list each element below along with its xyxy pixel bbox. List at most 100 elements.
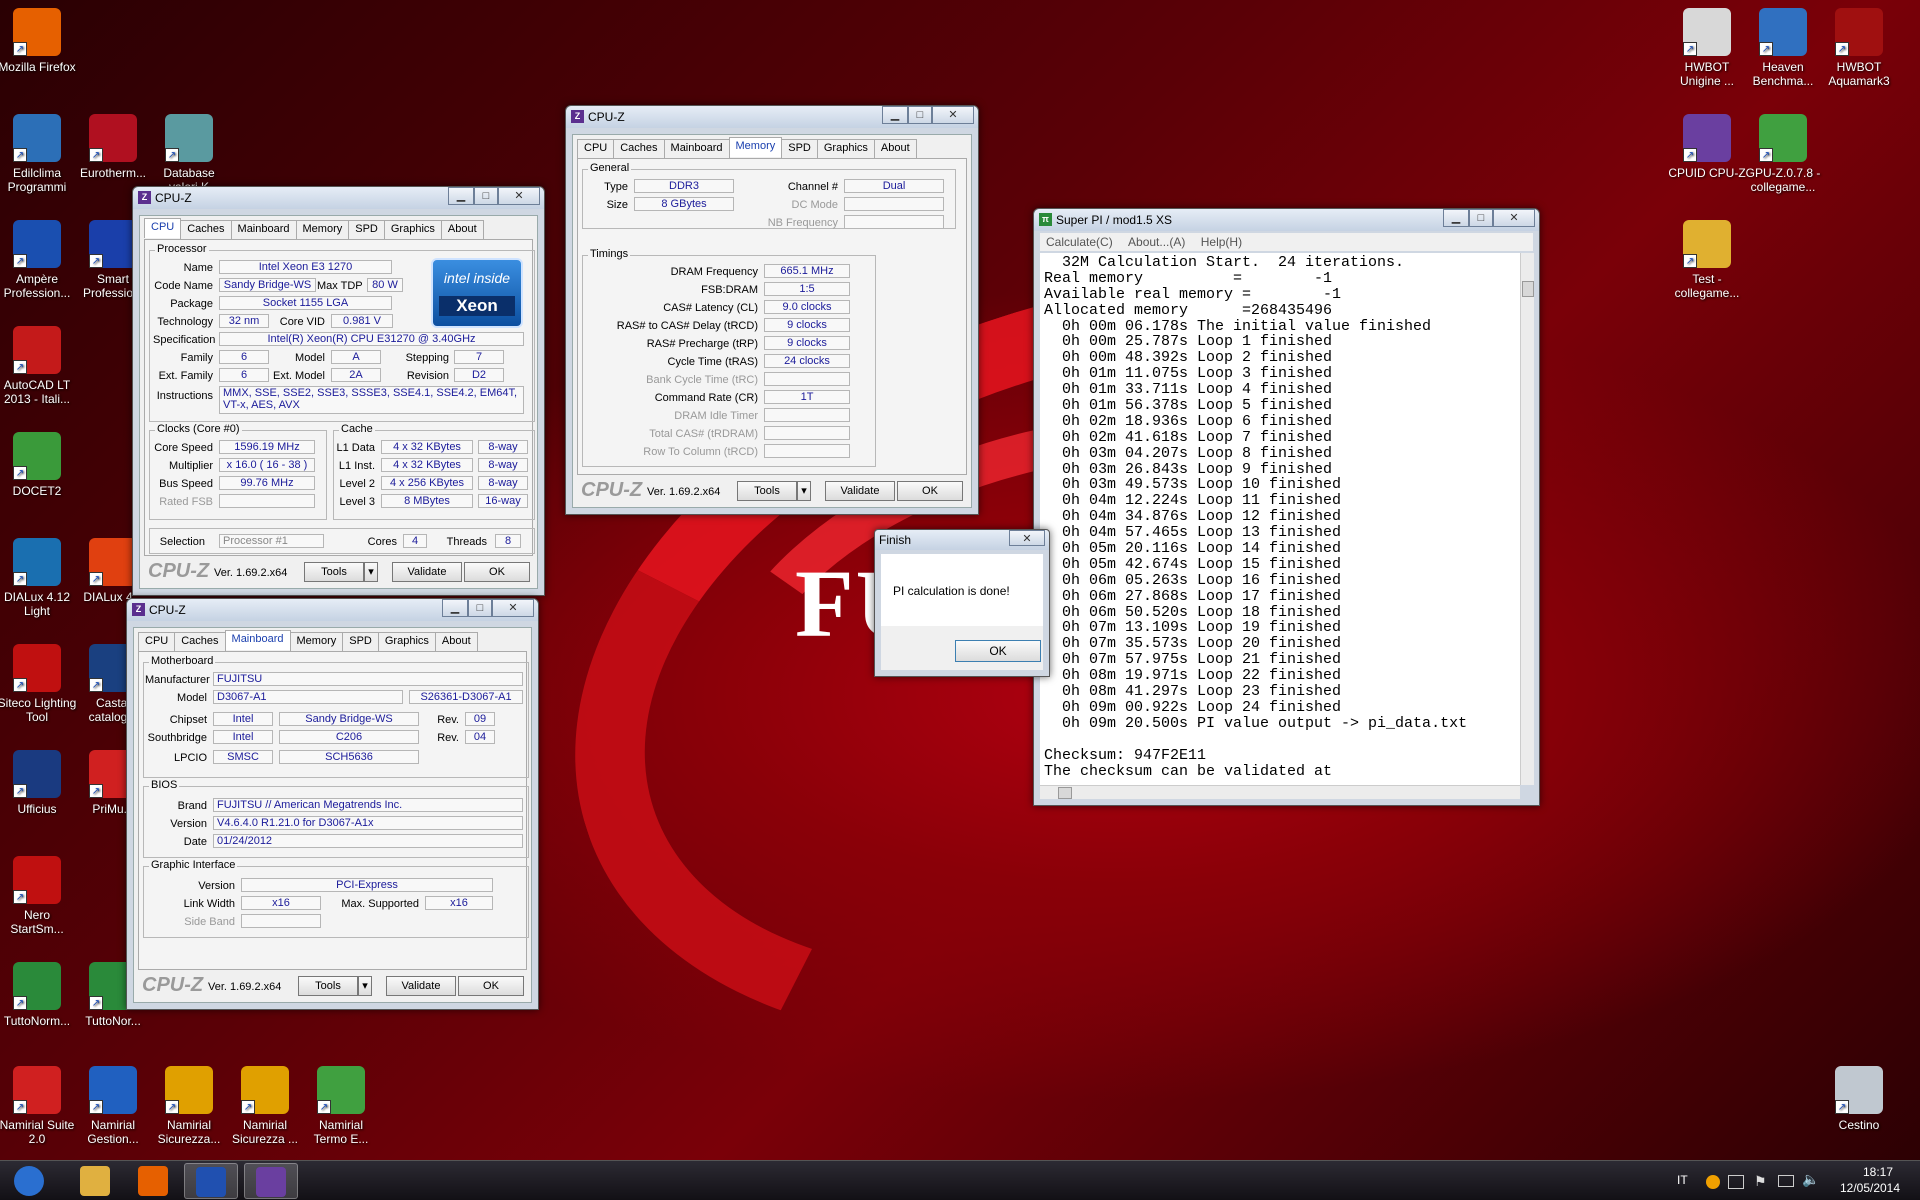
- minimize-button[interactable]: ▁: [448, 187, 474, 205]
- maximize-button[interactable]: □: [474, 187, 498, 205]
- tab-spd[interactable]: SPD: [781, 139, 818, 159]
- tools-dropdown-icon[interactable]: ▾: [364, 562, 378, 582]
- title-bar[interactable]: π Super PI / mod1.5 XS ▁ □ ✕: [1034, 209, 1539, 231]
- validate-button[interactable]: Validate: [392, 562, 462, 582]
- desktop-icon[interactable]: ↗ CPUID CPU-Z: [1667, 114, 1747, 180]
- desktop-icon[interactable]: ↗ Mozilla Firefox: [0, 8, 77, 74]
- tab-caches[interactable]: Caches: [174, 632, 226, 652]
- desktop-icon[interactable]: ↗ Nero StartSm...: [0, 856, 77, 936]
- language-indicator[interactable]: IT: [1677, 1173, 1688, 1187]
- desktop-icon[interactable]: ↗ TuttoNorm...: [0, 962, 77, 1028]
- desktop-icon[interactable]: ↗Database valori K: [149, 114, 229, 194]
- tools-dropdown-icon[interactable]: ▾: [358, 976, 372, 996]
- close-button[interactable]: ✕: [492, 599, 534, 617]
- tab-caches[interactable]: Caches: [613, 139, 665, 159]
- close-button[interactable]: ✕: [1009, 530, 1045, 546]
- desktop-icon[interactable]: ↗ DIALux 4.12 Light: [0, 538, 77, 618]
- firefox-icon[interactable]: [126, 1163, 180, 1199]
- desktop-icon[interactable]: ↗ Siteco Lighting Tool: [0, 644, 77, 724]
- desktop-icon[interactable]: ↗ DOCET2: [0, 432, 77, 498]
- validate-button[interactable]: Validate: [386, 976, 456, 996]
- explorer-icon[interactable]: [68, 1163, 122, 1199]
- menu-about[interactable]: About...(A): [1128, 235, 1185, 249]
- cpuz-mainboard-window[interactable]: Z CPU-Z ▁ □ ✕ CPU Caches Mainboard Memor…: [126, 598, 539, 1010]
- output-text-area[interactable]: 32M Calculation Start. 24 iterations. Rea…: [1040, 253, 1520, 785]
- scroll-thumb[interactable]: [1522, 281, 1534, 297]
- ok-button[interactable]: OK: [897, 481, 963, 501]
- tab-graphics[interactable]: Graphics: [383, 220, 442, 240]
- vertical-scrollbar[interactable]: [1520, 253, 1534, 785]
- desktop-icon[interactable]: ↗ Namirial Termo E...: [301, 1066, 381, 1146]
- hscroll-thumb[interactable]: [1058, 787, 1072, 799]
- desktop-icon[interactable]: ↗ AutoCAD LT 2013 - Itali...: [0, 326, 77, 406]
- desktop-icon[interactable]: ↗ Edilclima Programmi: [0, 114, 77, 194]
- desktop-icon[interactable]: ↗ GPU-Z.0.7.8 - collegame...: [1743, 114, 1823, 194]
- tray-monitor-icon[interactable]: [1778, 1175, 1794, 1187]
- menu-calculate[interactable]: Calculate(C): [1046, 235, 1113, 249]
- tab-cpu[interactable]: CPU: [577, 139, 615, 159]
- desktop-icon[interactable]: ↗ Ufficius: [0, 750, 77, 816]
- tools-button[interactable]: Tools: [298, 976, 358, 996]
- close-button[interactable]: ✕: [932, 106, 974, 124]
- desktop-icon[interactable]: ↗ Namirial Gestion...: [73, 1066, 153, 1146]
- tab-spd[interactable]: SPD: [342, 632, 379, 652]
- tab-mainboard[interactable]: Mainboard: [663, 139, 730, 159]
- title-bar[interactable]: Finish ✕: [875, 530, 1049, 550]
- tab-about[interactable]: About: [434, 632, 478, 652]
- maximize-button[interactable]: □: [908, 106, 932, 124]
- maximize-button[interactable]: □: [468, 599, 492, 617]
- processor-select[interactable]: Processor #1: [219, 534, 324, 548]
- tab-memory[interactable]: Memory: [728, 137, 783, 157]
- horizontal-scrollbar[interactable]: [1040, 785, 1520, 799]
- tools-button[interactable]: Tools: [737, 481, 797, 501]
- validate-button[interactable]: Validate: [825, 481, 895, 501]
- minimize-button[interactable]: ▁: [882, 106, 908, 124]
- tab-cpu[interactable]: CPU: [138, 632, 176, 652]
- ok-button[interactable]: OK: [955, 640, 1041, 662]
- desktop-icon[interactable]: ↗ Namirial Sicurezza...: [149, 1066, 229, 1146]
- desktop-icon[interactable]: ↗ Eurotherm...: [73, 114, 153, 180]
- tab-spd[interactable]: SPD: [348, 220, 385, 240]
- tab-mainboard[interactable]: Mainboard: [224, 630, 291, 650]
- ok-button[interactable]: OK: [458, 976, 524, 996]
- tab-memory[interactable]: Memory: [289, 632, 344, 652]
- close-button[interactable]: ✕: [498, 187, 540, 205]
- clock-date[interactable]: 12/05/2014: [1830, 1181, 1910, 1195]
- minimize-button[interactable]: ▁: [442, 599, 468, 617]
- tray-volume-icon[interactable]: 🔈: [1802, 1171, 1819, 1188]
- tools-button[interactable]: Tools: [304, 562, 364, 582]
- superpi-icon[interactable]: [184, 1163, 238, 1199]
- maximize-button[interactable]: □: [1469, 209, 1493, 227]
- tools-dropdown-icon[interactable]: ▾: [797, 481, 811, 501]
- tab-cpu[interactable]: CPU: [144, 218, 182, 238]
- title-bar[interactable]: Z CPU-Z ▁ □ ✕: [127, 599, 538, 621]
- tab-caches[interactable]: Caches: [180, 220, 232, 240]
- minimize-button[interactable]: ▁: [1443, 209, 1469, 227]
- desktop-icon[interactable]: ↗ HWBOT Unigine ...: [1667, 8, 1747, 88]
- tab-about[interactable]: About: [440, 220, 484, 240]
- tab-graphics[interactable]: Graphics: [377, 632, 436, 652]
- cpuz-memory-window[interactable]: Z CPU-Z ▁ □ ✕ CPU Caches Mainboard Memor…: [565, 105, 979, 515]
- tray-flag-icon[interactable]: ⚑: [1754, 1173, 1767, 1190]
- tray-warning-icon[interactable]: [1706, 1175, 1720, 1189]
- desktop-icon[interactable]: ↗ Ampère Profession...: [0, 220, 77, 300]
- menu-help[interactable]: Help(H): [1201, 235, 1242, 249]
- start-orb-icon[interactable]: [2, 1163, 56, 1199]
- superpi-window[interactable]: π Super PI / mod1.5 XS ▁ □ ✕ Calculate(C…: [1033, 208, 1540, 806]
- clock-time[interactable]: 18:17: [1848, 1165, 1908, 1179]
- title-bar[interactable]: Z CPU-Z ▁ □ ✕: [566, 106, 978, 128]
- close-button[interactable]: ✕: [1493, 209, 1535, 227]
- ok-button[interactable]: OK: [464, 562, 530, 582]
- tab-memory[interactable]: Memory: [295, 220, 350, 240]
- tab-graphics[interactable]: Graphics: [816, 139, 875, 159]
- cpuz-icon[interactable]: [244, 1163, 298, 1199]
- tab-mainboard[interactable]: Mainboard: [230, 220, 297, 240]
- tab-about[interactable]: About: [873, 139, 917, 159]
- desktop-icon[interactable]: ↗ Namirial Suite 2.0: [0, 1066, 77, 1146]
- desktop-icon[interactable]: ↗ Cestino: [1819, 1066, 1899, 1132]
- tray-network-icon[interactable]: [1728, 1175, 1744, 1189]
- desktop-icon[interactable]: ↗ Heaven Benchma...: [1743, 8, 1823, 88]
- title-bar[interactable]: Z CPU-Z ▁ □ ✕: [133, 187, 544, 209]
- finish-dialog[interactable]: Finish ✕ PI calculation is done! OK: [874, 529, 1050, 677]
- desktop-icon[interactable]: ↗ HWBOT Aquamark3: [1819, 8, 1899, 88]
